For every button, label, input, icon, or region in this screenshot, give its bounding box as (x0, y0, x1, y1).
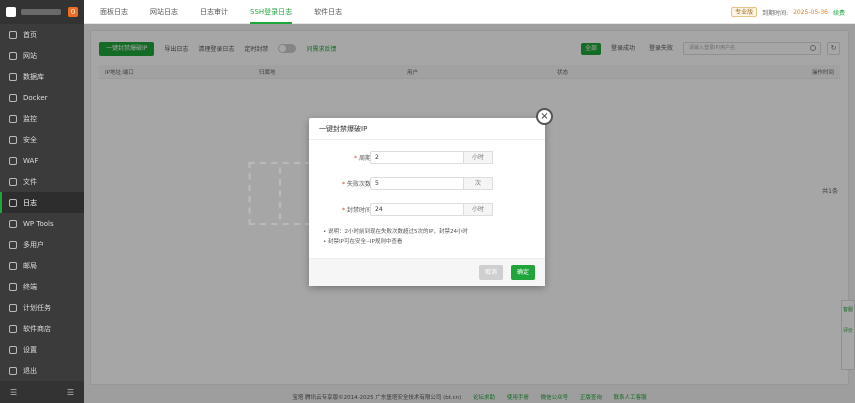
log-icon (9, 198, 17, 207)
sidebar-item-logout[interactable]: 退出 (0, 360, 84, 381)
confirm-button[interactable]: 确定 (511, 265, 535, 280)
sidebar-item-label: 终端 (23, 282, 37, 291)
tab-site-log[interactable]: 网站日志 (150, 0, 178, 24)
cancel-button[interactable]: 取消 (479, 265, 503, 280)
wordpress-icon (9, 219, 17, 228)
sidebar-item-label: 设置 (23, 345, 37, 354)
shield-icon (9, 135, 17, 144)
log-tabs: 面板日志 网站日志 日志审计 SSH登录日志 软件日志 专业版 到期时间: 20… (84, 0, 855, 24)
docker-icon (9, 93, 17, 102)
fail-count-input[interactable]: 5 (370, 177, 464, 190)
server-name-blurred (21, 9, 61, 15)
fail-count-label: * 失败次数 (341, 181, 371, 188)
firewall-icon (9, 156, 17, 165)
expire-label: 到期时间: (762, 9, 789, 17)
note-line: 说明：2小时前到现在失败次数超过5次的IP，封禁24小时 (323, 227, 468, 237)
ban-time-label: * 封禁时间 (341, 207, 371, 214)
period-input[interactable]: 2 (370, 151, 464, 164)
sidebar-item-label: Docker (23, 93, 48, 102)
sidebar-item-home[interactable]: 首页 (0, 24, 84, 45)
sidebar-item-label: 日志 (23, 198, 37, 207)
bt-logo-icon (6, 7, 16, 17)
tab-panel-log[interactable]: 面板日志 (100, 0, 128, 24)
message-badge[interactable]: 0 (68, 7, 78, 17)
terminal-icon (9, 282, 17, 291)
sidebar-item-folder[interactable]: 文件 (0, 171, 84, 192)
dialog-notes: 说明：2小时前到现在失败次数超过5次的IP，封禁24小时 封禁IP可在安全--I… (323, 227, 468, 247)
menu-settings-icon[interactable]: ☰ (67, 388, 74, 397)
sidebar-item-label: 计划任务 (23, 303, 51, 312)
sidebar-item-firewall[interactable]: WAF (0, 150, 84, 171)
sidebar-item-log[interactable]: 日志 (0, 192, 84, 213)
sidebar-item-label: 数据库 (23, 72, 44, 81)
period-row: * 周期 2 小时 (309, 151, 545, 164)
fail-count-row: * 失败次数 5 次 (309, 177, 545, 190)
folder-icon (9, 177, 17, 186)
sidebar-item-label: 邮局 (23, 261, 37, 270)
period-unit: 小时 (464, 151, 493, 164)
monitor-icon (9, 114, 17, 123)
tab-log-audit[interactable]: 日志审计 (200, 0, 228, 24)
sidebar-item-gear[interactable]: 设置 (0, 339, 84, 360)
sidebar-item-clock[interactable]: 计划任务 (0, 297, 84, 318)
sidebar-item-docker[interactable]: Docker (0, 87, 84, 108)
mail-icon (9, 261, 17, 270)
ban-time-row: * 封禁时间 24 小时 (309, 203, 545, 216)
sidebar-item-store[interactable]: 软件商店 (0, 318, 84, 339)
close-icon[interactable]: × (536, 108, 553, 125)
sidebar-item-terminal[interactable]: 终端 (0, 276, 84, 297)
period-label: * 周期 (353, 155, 371, 162)
sidebar-item-globe[interactable]: 网站 (0, 45, 84, 66)
globe-icon (9, 51, 17, 60)
renew-link[interactable]: 续费 (833, 8, 845, 17)
sidebar-item-shield[interactable]: 安全 (0, 129, 84, 150)
clock-icon (9, 303, 17, 312)
dialog-title: 一键封禁爆破IP (309, 118, 545, 140)
sidebar-item-label: WAF (23, 156, 39, 165)
sidebar: 0 首页网站数据库 Docker 监控安全 WAF 文件日志 WP Tools 多用户邮局终… (0, 0, 84, 403)
ban-time-unit: 小时 (464, 203, 493, 216)
fail-count-unit: 次 (464, 177, 493, 190)
expire-date: 2025-05-36 (793, 8, 828, 16)
database-icon (9, 72, 17, 81)
dialog-footer: 取消 确定 (309, 258, 545, 286)
tab-ssh-login-log[interactable]: SSH登录日志 (250, 0, 293, 24)
sidebar-item-label: 退出 (23, 366, 37, 375)
vip-badge: 专业版 (731, 7, 758, 17)
license-info: 专业版 到期时间: 2025-05-36 续费 (731, 0, 845, 24)
sidebar-item-users[interactable]: 多用户 (0, 234, 84, 255)
sidebar-item-label: 软件商店 (23, 324, 51, 333)
home-icon (9, 30, 17, 39)
store-icon (9, 324, 17, 333)
users-icon (9, 240, 17, 249)
sidebar-item-database[interactable]: 数据库 (0, 66, 84, 87)
sidebar-item-label: 首页 (23, 30, 37, 39)
sidebar-item-label: 文件 (23, 177, 37, 186)
sidebar-item-label: WP Tools (23, 219, 54, 228)
sidebar-item-wordpress[interactable]: WP Tools (0, 213, 84, 234)
sidebar-item-label: 安全 (23, 135, 37, 144)
sidebar-header: 0 (0, 0, 84, 24)
sidebar-footer: ☰ ☰ (0, 381, 84, 403)
ban-ip-dialog: 一键封禁爆破IP × * 周期 2 小时 * 失败次数 5 次 * 封禁时间 24 小… (309, 108, 553, 286)
gear-icon (9, 345, 17, 354)
sidebar-item-label: 网站 (23, 51, 37, 60)
sidebar-item-label: 多用户 (23, 240, 44, 249)
collapse-menu-icon[interactable]: ☰ (10, 388, 17, 397)
ban-time-input[interactable]: 24 (370, 203, 464, 216)
sidebar-item-mail[interactable]: 邮局 (0, 255, 84, 276)
sidebar-item-label: 监控 (23, 114, 37, 123)
logout-icon (9, 366, 17, 375)
note-line: 封禁IP可在安全--IP规则中查看 (323, 237, 468, 247)
sidebar-item-monitor[interactable]: 监控 (0, 108, 84, 129)
tab-software-log[interactable]: 软件日志 (314, 0, 342, 24)
